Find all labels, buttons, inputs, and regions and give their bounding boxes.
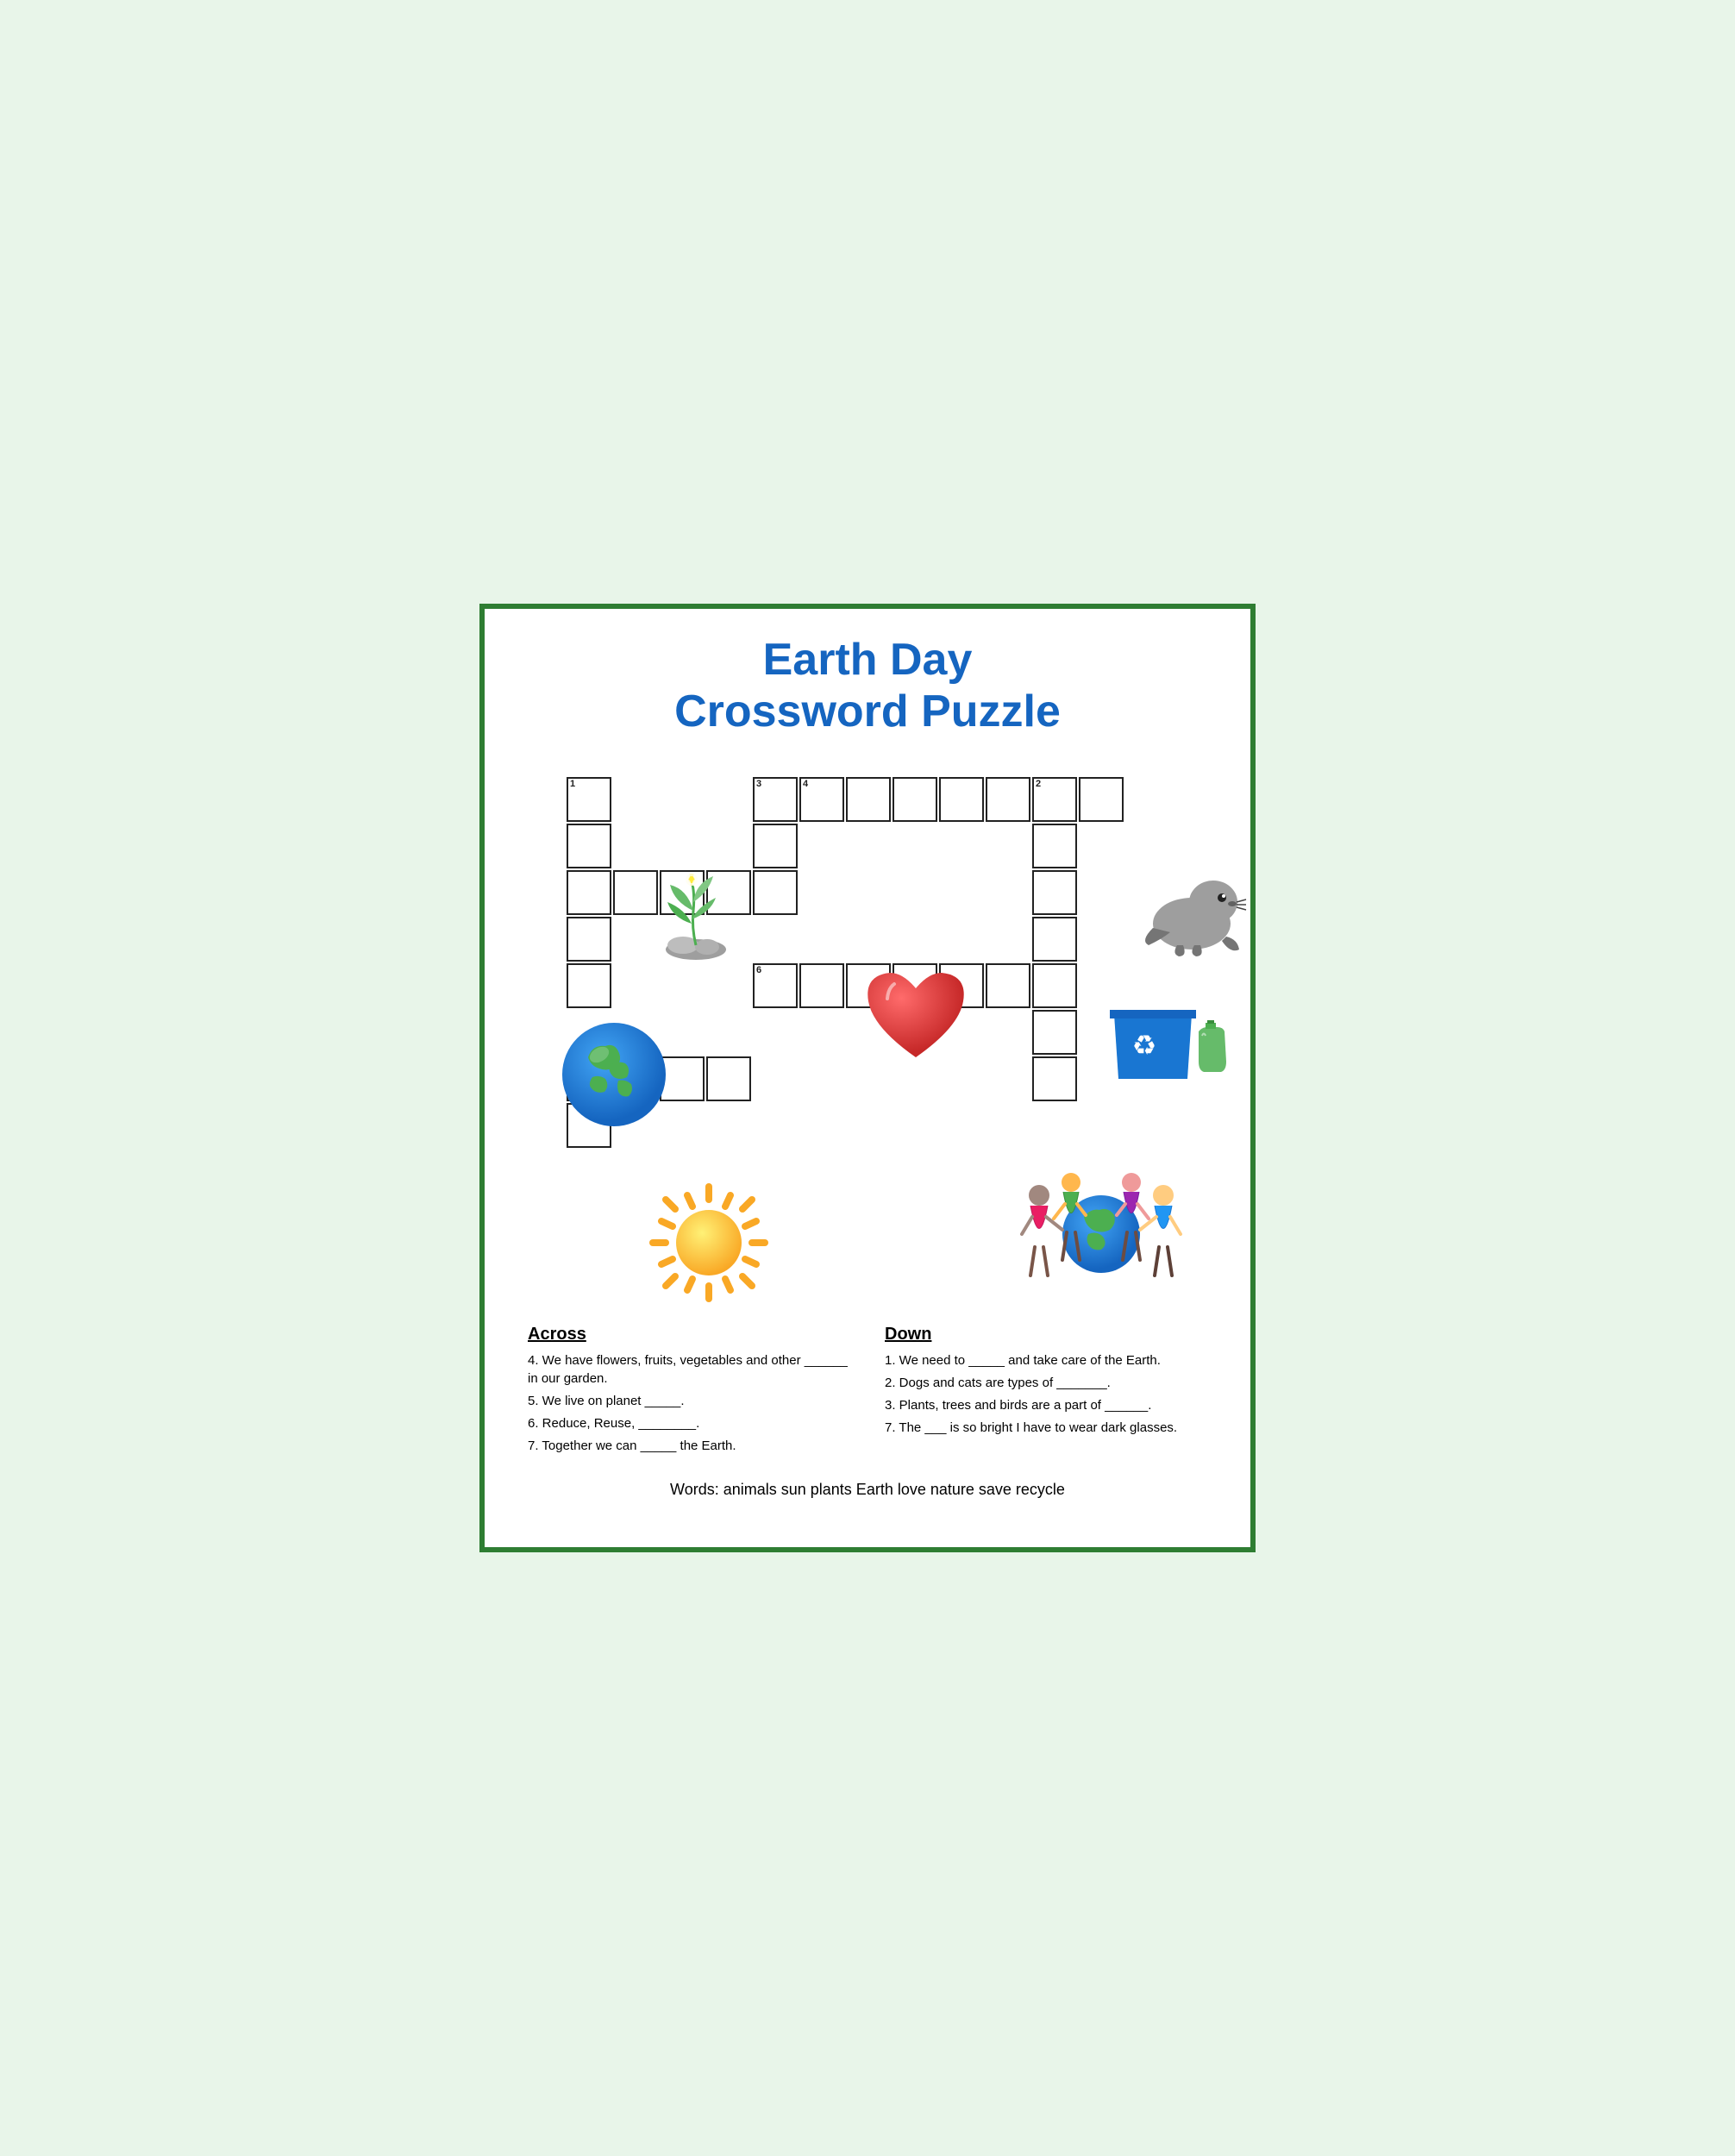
cell-1-4[interactable] (567, 963, 611, 1008)
recycle-bin-illustration: ♻ (1106, 993, 1243, 1100)
cell-4-5[interactable]: 2 (1032, 777, 1077, 822)
cell-2d-4[interactable] (1032, 963, 1077, 1008)
cell-2d-1[interactable] (1032, 824, 1077, 868)
cell-4-2[interactable] (893, 777, 937, 822)
cell-3-1[interactable] (753, 824, 798, 868)
page-title: Earth Day Crossword Puzzle (519, 635, 1216, 738)
cell-1-0[interactable]: 1 (567, 777, 611, 822)
down-title: Down (885, 1325, 1207, 1344)
earth-globe-illustration (558, 1018, 670, 1135)
cell-2d-2[interactable] (1032, 870, 1077, 915)
sun-illustration (644, 1178, 774, 1312)
word-bank: Words: animals sun plants Earth love nat… (519, 1481, 1216, 1499)
across-clue-6: 6. Reduce, Reuse, ________. (528, 1414, 850, 1432)
across-clues: Across 4. We have flowers, fruits, veget… (528, 1325, 850, 1459)
cell-2d-3[interactable] (1032, 917, 1077, 962)
down-clues: Down 1. We need to _____ and take care o… (885, 1325, 1207, 1459)
puzzle-area: 1 3 4 2 (519, 764, 1216, 1299)
cell-4-0[interactable]: 4 (799, 777, 844, 822)
cell-2d-6[interactable] (1032, 1056, 1077, 1101)
across-clue-7: 7. Together we can _____ the Earth. (528, 1437, 850, 1455)
people-earth-illustration (1015, 1148, 1187, 1307)
cell-2d-5[interactable] (1032, 1010, 1077, 1055)
down-clue-3: 3. Plants, trees and birds are a part of… (885, 1396, 1207, 1414)
cell-1-1[interactable] (567, 824, 611, 868)
cell-3-2[interactable] (753, 870, 798, 915)
across-clue-4: 4. We have flowers, fruits, vegetables a… (528, 1351, 850, 1388)
page: Earth Day Crossword Puzzle 1 3 4 (479, 604, 1256, 1552)
heart-illustration (855, 962, 976, 1079)
across-title: Across (528, 1325, 850, 1344)
down-clue-1: 1. We need to _____ and take care of the… (885, 1351, 1207, 1369)
cell-4-4[interactable] (986, 777, 1030, 822)
svg-text:♻: ♻ (1132, 1030, 1157, 1061)
cell-1-3[interactable] (567, 917, 611, 962)
cell-3-0[interactable]: 3 (753, 777, 798, 822)
down-clue-2: 2. Dogs and cats are types of _______. (885, 1374, 1207, 1392)
cell-7-3[interactable] (706, 1056, 751, 1101)
clues-section: Across 4. We have flowers, fruits, veget… (519, 1325, 1216, 1459)
cell-6-0[interactable]: 6 (753, 963, 798, 1008)
cell-6-1[interactable] (799, 963, 844, 1008)
seal-illustration (1136, 863, 1248, 962)
cell-6-5[interactable] (986, 963, 1030, 1008)
cell-4-6[interactable] (1079, 777, 1124, 822)
plant-illustration (648, 868, 743, 967)
down-clue-7: 7. The ___ is so bright I have to wear d… (885, 1419, 1207, 1437)
cell-4-1[interactable] (846, 777, 891, 822)
cell-4-3[interactable] (939, 777, 984, 822)
cell-1-2[interactable] (567, 870, 611, 915)
across-clue-5: 5. We live on planet _____. (528, 1392, 850, 1410)
